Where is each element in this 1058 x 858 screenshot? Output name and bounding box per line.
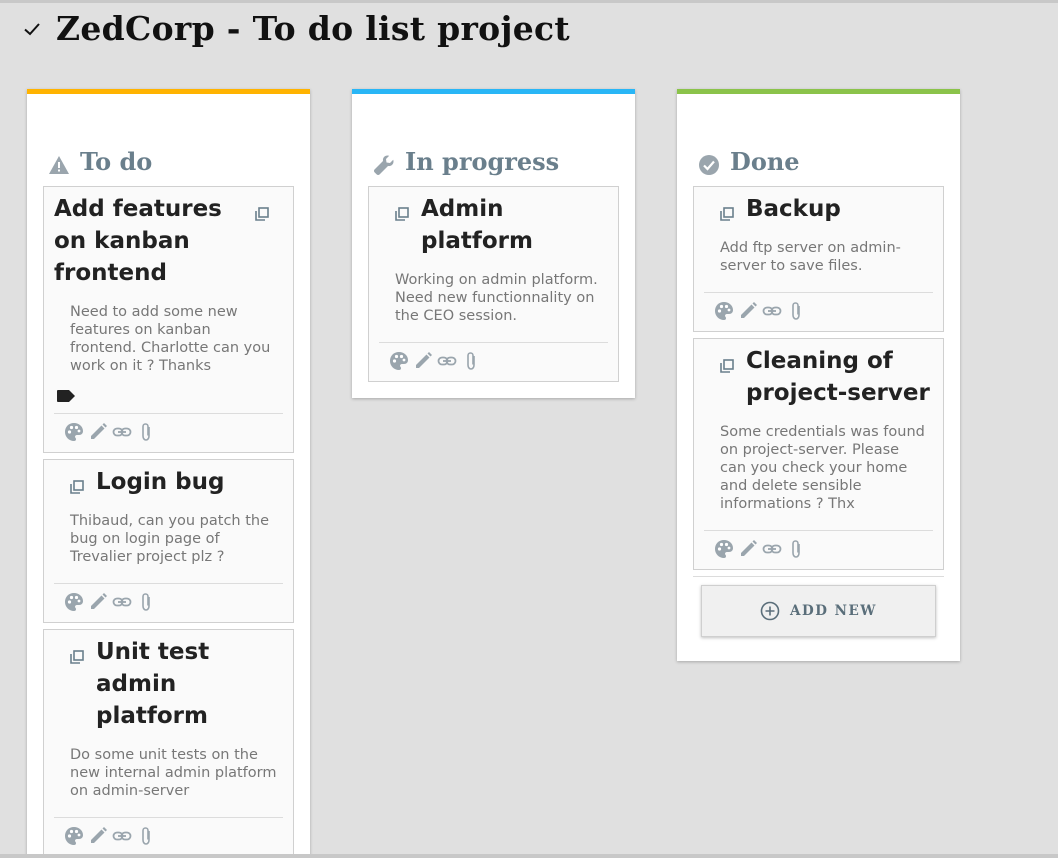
copy-icon[interactable] bbox=[70, 650, 84, 664]
card-actions bbox=[54, 413, 283, 452]
column-header: To do bbox=[43, 89, 294, 186]
column-stripe bbox=[352, 89, 635, 94]
copy-icon[interactable] bbox=[720, 359, 734, 373]
pencil-icon[interactable] bbox=[738, 539, 758, 559]
tag-row bbox=[54, 375, 283, 409]
column-title: Done bbox=[730, 147, 800, 176]
card-actions bbox=[54, 817, 283, 856]
palette-icon[interactable] bbox=[714, 539, 734, 559]
copy-icon[interactable] bbox=[395, 207, 409, 221]
card-header: Add features on kanban frontend bbox=[54, 187, 283, 289]
attachment-icon[interactable] bbox=[136, 422, 156, 442]
card-title: Admin platform bbox=[421, 196, 533, 254]
card-actions bbox=[704, 292, 933, 331]
column-todo: To do Add features on kanban frontend Ne… bbox=[27, 89, 310, 858]
page-title: ZedCorp - To do list project bbox=[56, 9, 570, 48]
add-new-label: ADD NEW bbox=[790, 603, 877, 619]
link-icon[interactable] bbox=[762, 539, 782, 559]
add-new-button[interactable]: ADD NEW bbox=[701, 585, 936, 637]
pencil-icon[interactable] bbox=[413, 351, 433, 371]
pencil-icon[interactable] bbox=[738, 301, 758, 321]
column-done: Done Backup Add ftp server on admin-serv… bbox=[677, 89, 960, 661]
copy-icon[interactable] bbox=[70, 480, 84, 494]
warning-icon bbox=[48, 154, 70, 176]
task-card[interactable]: Login bug Thibaud, can you patch the bug… bbox=[43, 459, 294, 623]
copy-icon[interactable] bbox=[255, 207, 269, 221]
card-actions bbox=[704, 530, 933, 569]
card-actions bbox=[379, 342, 608, 381]
card-description: Thibaud, can you patch the bug on login … bbox=[70, 513, 270, 565]
label-tag-icon[interactable] bbox=[56, 389, 283, 403]
task-card[interactable]: Add features on kanban frontend Need to … bbox=[43, 186, 294, 453]
card-title: Add features on kanban frontend bbox=[54, 196, 222, 286]
attachment-icon[interactable] bbox=[786, 301, 806, 321]
link-icon[interactable] bbox=[762, 301, 782, 321]
task-card[interactable]: Admin platform Working on admin platform… bbox=[368, 186, 619, 382]
palette-icon[interactable] bbox=[714, 301, 734, 321]
card-header: Cleaning of project-server bbox=[704, 339, 933, 409]
card-description: Need to add some new features on kanban … bbox=[70, 304, 271, 374]
column-title: In progress bbox=[405, 147, 560, 176]
copy-icon[interactable] bbox=[720, 207, 734, 221]
column-in-progress: In progress Admin platform Working on ad… bbox=[352, 89, 635, 398]
card-description: Do some unit tests on the new internal a… bbox=[70, 747, 277, 799]
column-stripe bbox=[677, 89, 960, 94]
card-title: Login bug bbox=[96, 469, 225, 495]
divider bbox=[693, 576, 944, 577]
column-header: In progress bbox=[368, 89, 619, 186]
attachment-icon[interactable] bbox=[136, 826, 156, 846]
attachment-icon[interactable] bbox=[136, 592, 156, 612]
card-header: Backup bbox=[704, 187, 933, 225]
column-stripe bbox=[27, 89, 310, 94]
card-header: Admin platform bbox=[379, 187, 608, 257]
column-title: To do bbox=[80, 147, 153, 176]
pencil-icon[interactable] bbox=[88, 422, 108, 442]
check-circle-icon bbox=[698, 154, 720, 176]
checkmark-icon bbox=[22, 19, 42, 39]
card-header: Login bug bbox=[54, 460, 283, 498]
attachment-icon[interactable] bbox=[461, 351, 481, 371]
task-card[interactable]: Cleaning of project-server Some credenti… bbox=[693, 338, 944, 570]
palette-icon[interactable] bbox=[64, 422, 84, 442]
card-header: Unit test admin platform bbox=[54, 630, 283, 732]
task-card[interactable]: Unit test admin platform Do some unit te… bbox=[43, 629, 294, 857]
page-header: ZedCorp - To do list project bbox=[22, 9, 570, 48]
card-title: Backup bbox=[746, 196, 841, 222]
wrench-icon bbox=[373, 154, 395, 176]
card-description: Some credentials was found on project-se… bbox=[720, 424, 925, 512]
link-icon[interactable] bbox=[112, 592, 132, 612]
card-description: Working on admin platform. Need new func… bbox=[395, 272, 598, 324]
link-icon[interactable] bbox=[112, 422, 132, 442]
attachment-icon[interactable] bbox=[786, 539, 806, 559]
palette-icon[interactable] bbox=[389, 351, 409, 371]
column-header: Done bbox=[693, 89, 944, 186]
card-actions bbox=[54, 583, 283, 622]
link-icon[interactable] bbox=[437, 351, 457, 371]
task-card[interactable]: Backup Add ftp server on admin-server to… bbox=[693, 186, 944, 332]
card-description: Add ftp server on admin-server to save f… bbox=[720, 240, 901, 274]
link-icon[interactable] bbox=[112, 826, 132, 846]
pencil-icon[interactable] bbox=[88, 826, 108, 846]
pencil-icon[interactable] bbox=[88, 592, 108, 612]
card-title: Cleaning of project-server bbox=[746, 348, 930, 406]
palette-icon[interactable] bbox=[64, 592, 84, 612]
plus-circle-icon bbox=[760, 601, 780, 621]
card-title: Unit test admin platform bbox=[96, 639, 210, 729]
palette-icon[interactable] bbox=[64, 826, 84, 846]
bottom-bar bbox=[0, 854, 1058, 858]
